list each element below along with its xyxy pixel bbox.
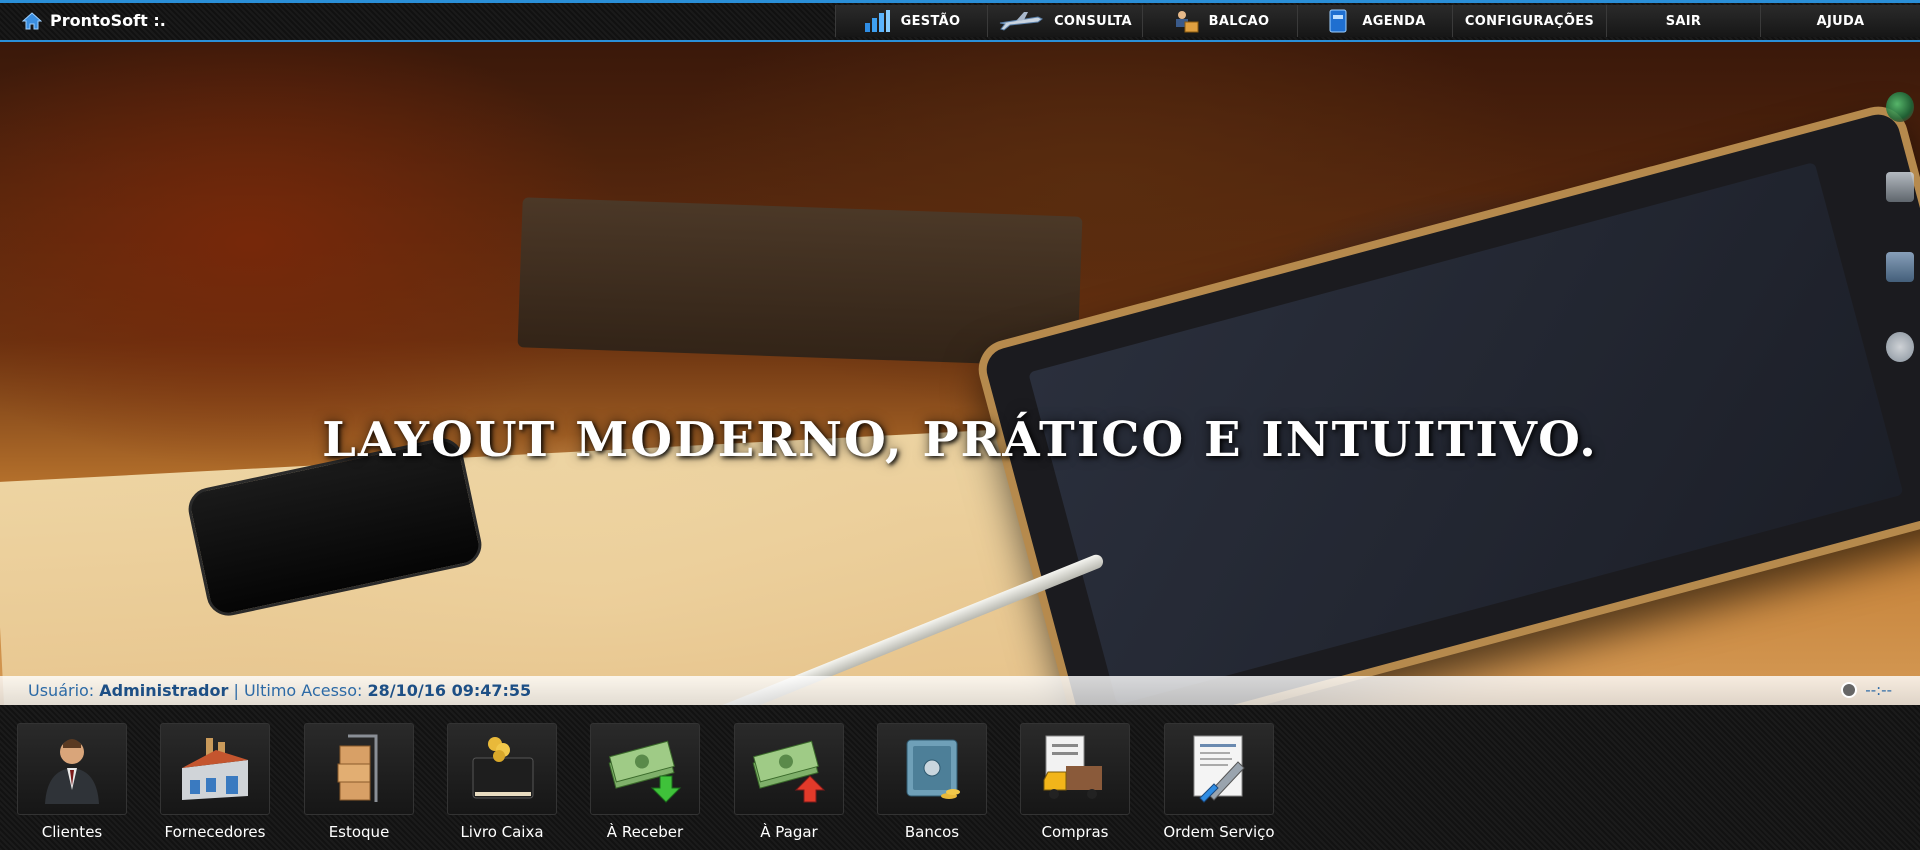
status-clock: --:-- <box>1841 681 1892 699</box>
last-access-label: Ultimo Acesso: <box>243 681 363 700</box>
dock-tile <box>590 723 700 815</box>
dock-item-a-pagar[interactable]: À Pagar <box>733 723 845 843</box>
dock-item-livro-caixa[interactable]: Livro Caixa <box>446 723 558 843</box>
brand[interactable]: ProntoSoft :. <box>22 11 166 30</box>
dock-item-label: Ordem Serviço <box>1163 823 1275 841</box>
airplane-icon <box>999 12 1044 31</box>
boxes-cart-icon <box>337 734 378 802</box>
brand-name: ProntoSoft :. <box>50 11 166 30</box>
hero-banner: LAYOUT MODERNO, PRÁTICO E INTUITIVO. <box>0 42 1920 705</box>
dock-tile <box>447 723 557 815</box>
dock-tile <box>304 723 414 815</box>
menu-item-agenda[interactable]: AGENDA <box>1297 5 1452 37</box>
agenda-book-icon <box>1329 9 1347 33</box>
side-quick-icons <box>1886 92 1914 362</box>
menu-item-consulta[interactable]: CONSULTA <box>987 5 1142 37</box>
dock-item-label: Fornecedores <box>164 823 266 841</box>
dock-tile <box>1020 723 1130 815</box>
menu-item-label: AJUDA <box>1816 13 1865 29</box>
menu-item-label: CONSULTA <box>1054 13 1132 29</box>
dock-tile <box>1164 723 1274 815</box>
dock-item-label: Clientes <box>41 823 103 841</box>
ledger-book-icon <box>472 737 534 799</box>
hero-headline: LAYOUT MODERNO, PRÁTICO E INTUITIVO. <box>322 412 1598 468</box>
top-menu-bar: ProntoSoft :. GESTÃO CONSULTA BALCAO AGE… <box>0 0 1920 42</box>
status-bar: Usuário: Administrador | Ultimo Acesso: … <box>0 676 1920 705</box>
menu-item-gestao[interactable]: GESTÃO <box>835 5 987 37</box>
dock-tile <box>17 723 127 815</box>
dock-item-label: À Receber <box>606 823 684 841</box>
user-value: Administrador <box>99 681 229 700</box>
home-icon <box>22 11 42 29</box>
main-menu: GESTÃO CONSULTA BALCAO AGENDA CONFIGURAÇ <box>835 3 1920 40</box>
clock-value: --:-- <box>1865 681 1892 699</box>
menu-item-label: GESTÃO <box>900 13 961 29</box>
dock-item-estoque[interactable]: Estoque <box>303 723 415 843</box>
status-separator: | <box>233 681 239 700</box>
dock-item-label: Bancos <box>904 823 960 841</box>
money-in-icon <box>608 740 682 803</box>
picture-icon[interactable] <box>1886 252 1914 282</box>
hero-photo-tablet <box>972 99 1920 705</box>
safe-icon <box>906 739 960 799</box>
user-label: Usuário: <box>28 681 95 700</box>
cloud-icon[interactable] <box>1886 332 1914 362</box>
globe-icon[interactable] <box>1886 92 1914 122</box>
dock-item-label: Estoque <box>328 823 390 841</box>
dock-tile <box>734 723 844 815</box>
clock-icon <box>1841 682 1858 698</box>
dock-item-label: Compras <box>1041 823 1109 841</box>
purchase-truck-icon <box>1043 735 1102 799</box>
printer-icon[interactable] <box>1886 172 1914 202</box>
service-order-icon <box>1193 735 1245 803</box>
factory-icon <box>182 738 248 800</box>
dock-item-label: À Pagar <box>760 823 818 841</box>
dock-item-clientes[interactable]: Clientes <box>16 723 128 843</box>
bar-chart-icon <box>864 10 890 32</box>
dock-item-a-receber[interactable]: À Receber <box>589 723 701 843</box>
menu-item-label: CONFIGURAÇÕES <box>1464 13 1595 29</box>
dock-item-bancos[interactable]: Bancos <box>876 723 988 843</box>
menu-item-sair[interactable]: SAIR <box>1606 5 1760 37</box>
menu-item-label: SAIR <box>1665 13 1702 29</box>
menu-item-label: AGENDA <box>1362 13 1426 29</box>
last-access-value: 28/10/16 09:47:55 <box>367 681 532 700</box>
menu-item-balcao[interactable]: BALCAO <box>1142 5 1297 37</box>
dock-item-ordem-servico[interactable]: Ordem Serviço <box>1163 723 1275 843</box>
money-out-icon <box>752 740 826 803</box>
bottom-dock: Clientes Fornecedores Estoque Livro Caix… <box>0 705 1920 850</box>
dock-tile <box>160 723 270 815</box>
menu-item-configuracoes[interactable]: CONFIGURAÇÕES <box>1452 5 1606 37</box>
menu-item-ajuda[interactable]: AJUDA <box>1760 5 1920 37</box>
client-person-icon <box>45 739 99 804</box>
dock-item-compras[interactable]: Compras <box>1019 723 1131 843</box>
dock-item-fornecedores[interactable]: Fornecedores <box>159 723 271 843</box>
dock-tile <box>877 723 987 815</box>
dock-item-label: Livro Caixa <box>460 823 544 841</box>
menu-item-label: BALCAO <box>1208 13 1270 29</box>
cashier-icon <box>1175 11 1199 33</box>
